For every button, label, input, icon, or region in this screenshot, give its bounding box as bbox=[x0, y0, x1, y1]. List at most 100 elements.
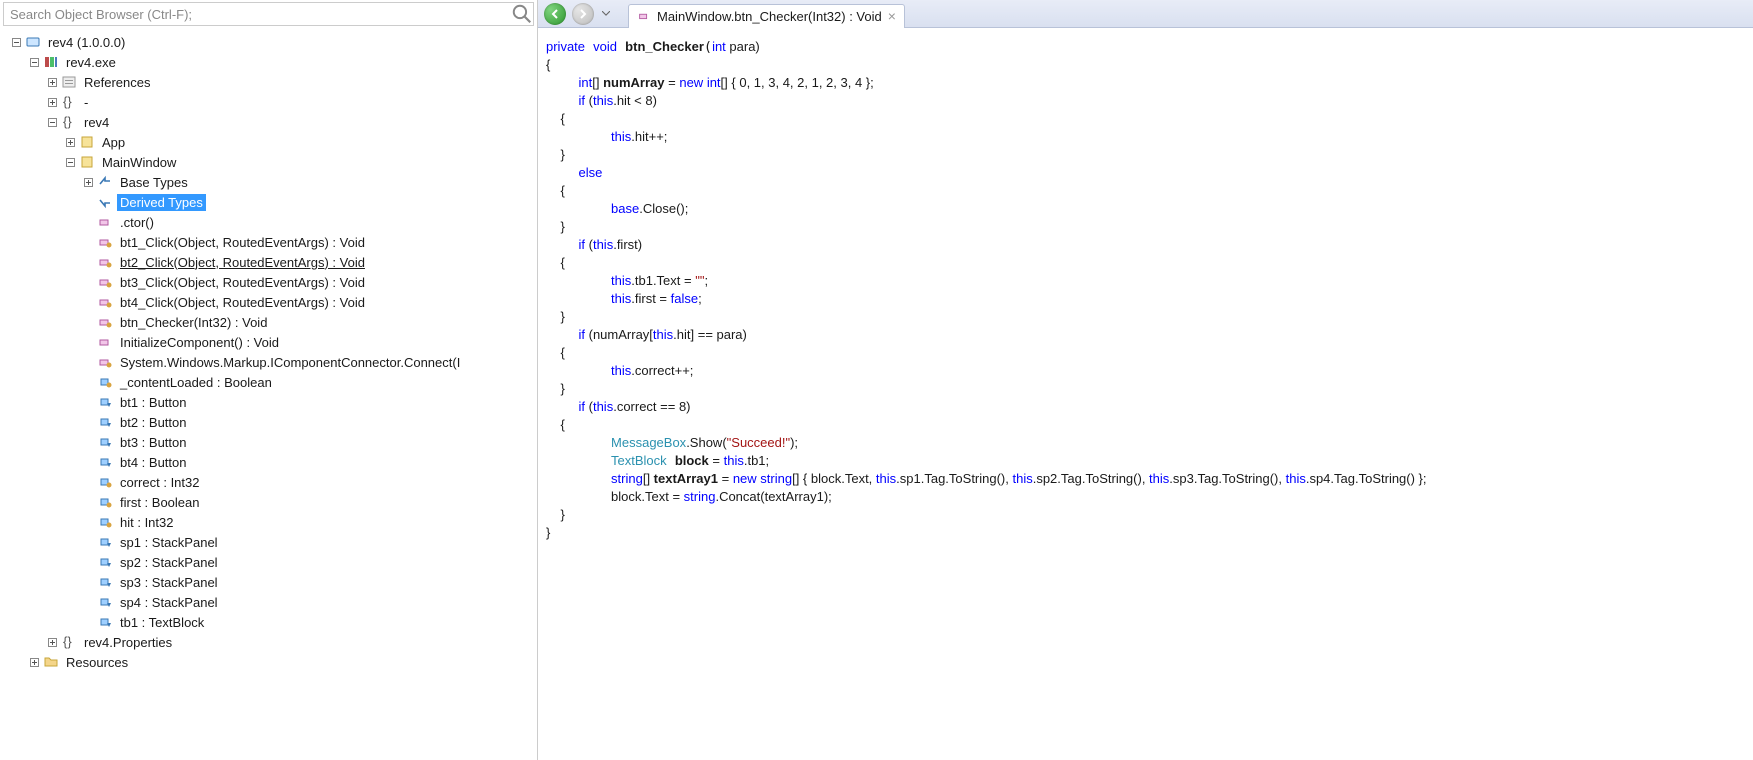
tree-node-derivedtypes[interactable]: Derived Types bbox=[4, 192, 537, 212]
method-private-icon bbox=[97, 354, 113, 370]
tree-label: bt4 : Button bbox=[117, 454, 190, 471]
expand-spacer bbox=[82, 196, 94, 208]
tree-label: Base Types bbox=[117, 174, 191, 191]
tree-label: sp2 : StackPanel bbox=[117, 554, 221, 571]
search-box[interactable] bbox=[3, 2, 534, 26]
expand-spacer bbox=[82, 296, 94, 308]
field-private-icon bbox=[97, 514, 113, 530]
svg-text:{}: {} bbox=[63, 634, 72, 649]
tree-label: bt3 : Button bbox=[117, 434, 190, 451]
tree-label: .ctor() bbox=[117, 214, 157, 231]
svg-text:{}: {} bbox=[63, 94, 72, 109]
method-icon bbox=[97, 334, 113, 350]
assembly-icon bbox=[25, 34, 41, 50]
tree-node-bt1click[interactable]: bt1_Click(Object, RoutedEventArgs) : Voi… bbox=[4, 232, 537, 252]
tree-label: bt3_Click(Object, RoutedEventArgs) : Voi… bbox=[117, 274, 368, 291]
expand-toggle[interactable] bbox=[28, 656, 40, 668]
method-private-icon bbox=[97, 314, 113, 330]
toolbar: MainWindow.btn_Checker(Int32) : Void × bbox=[538, 0, 1753, 28]
tree-label: InitializeComponent() : Void bbox=[117, 334, 282, 351]
tree-node-dash[interactable]: {} - bbox=[4, 92, 537, 112]
tree-node-bt1[interactable]: bt1 : Button bbox=[4, 392, 537, 412]
field-private-icon bbox=[97, 494, 113, 510]
tree-node-namespace[interactable]: {} rev4 bbox=[4, 112, 537, 132]
tree-label: Resources bbox=[63, 654, 131, 671]
code-panel: MainWindow.btn_Checker(Int32) : Void × p… bbox=[538, 0, 1753, 760]
tree-label: MainWindow bbox=[99, 154, 179, 171]
tree-node-contentloaded[interactable]: _contentLoaded : Boolean bbox=[4, 372, 537, 392]
tree-label: hit : Int32 bbox=[117, 514, 176, 531]
tree-node-btnchecker[interactable]: btn_Checker(Int32) : Void bbox=[4, 312, 537, 332]
tree-node-bt4[interactable]: bt4 : Button bbox=[4, 452, 537, 472]
tab-title: MainWindow.btn_Checker(Int32) : Void bbox=[657, 9, 882, 24]
tree-node-bt3click[interactable]: bt3_Click(Object, RoutedEventArgs) : Voi… bbox=[4, 272, 537, 292]
tree-label: sp1 : StackPanel bbox=[117, 534, 221, 551]
tree-node-resources[interactable]: Resources bbox=[4, 652, 537, 672]
folder-icon bbox=[43, 654, 59, 670]
tree-node-bt2click[interactable]: bt2_Click(Object, RoutedEventArgs) : Voi… bbox=[4, 252, 537, 272]
tree-node-first[interactable]: first : Boolean bbox=[4, 492, 537, 512]
field-internal-icon bbox=[97, 614, 113, 630]
expand-toggle[interactable] bbox=[46, 76, 58, 88]
method-private-icon bbox=[97, 274, 113, 290]
tree-label: btn_Checker(Int32) : Void bbox=[117, 314, 270, 331]
expand-toggle[interactable] bbox=[82, 176, 94, 188]
expand-toggle[interactable] bbox=[64, 136, 76, 148]
field-internal-icon bbox=[97, 534, 113, 550]
tree-label: App bbox=[99, 134, 128, 151]
tree-node-references[interactable]: References bbox=[4, 72, 537, 92]
tree-node-sp3[interactable]: sp3 : StackPanel bbox=[4, 572, 537, 592]
tree-node-sp4[interactable]: sp4 : StackPanel bbox=[4, 592, 537, 612]
namespace-icon: {} bbox=[61, 114, 77, 130]
class-icon bbox=[79, 154, 95, 170]
nav-forward-button[interactable] bbox=[572, 3, 594, 25]
tree-label: - bbox=[81, 94, 91, 111]
expand-toggle[interactable] bbox=[64, 156, 76, 168]
tree-label: sp3 : StackPanel bbox=[117, 574, 221, 591]
expand-spacer bbox=[82, 336, 94, 348]
references-icon bbox=[61, 74, 77, 90]
tree-node-bt4click[interactable]: bt4_Click(Object, RoutedEventArgs) : Voi… bbox=[4, 292, 537, 312]
field-private-icon bbox=[97, 374, 113, 390]
field-internal-icon bbox=[97, 594, 113, 610]
object-browser-panel: rev4 (1.0.0.0) rev4.exe References {} - … bbox=[0, 0, 538, 760]
nav-back-button[interactable] bbox=[544, 3, 566, 25]
tree-node-basetypes[interactable]: Base Types bbox=[4, 172, 537, 192]
tree-node-root[interactable]: rev4 (1.0.0.0) bbox=[4, 32, 537, 52]
tree-node-sp1[interactable]: sp1 : StackPanel bbox=[4, 532, 537, 552]
field-internal-icon bbox=[97, 434, 113, 450]
tree-label: rev4 bbox=[81, 114, 112, 131]
nav-history-dropdown[interactable] bbox=[600, 11, 612, 16]
svg-text:{}: {} bbox=[63, 114, 72, 129]
tree-label: rev4 (1.0.0.0) bbox=[45, 34, 128, 51]
tree-label: first : Boolean bbox=[117, 494, 203, 511]
tree-node-ctor[interactable]: .ctor() bbox=[4, 212, 537, 232]
tree-node-hit[interactable]: hit : Int32 bbox=[4, 512, 537, 532]
field-private-icon bbox=[97, 474, 113, 490]
expand-toggle[interactable] bbox=[46, 116, 58, 128]
editor-tab[interactable]: MainWindow.btn_Checker(Int32) : Void × bbox=[628, 4, 905, 28]
tree-node-exe[interactable]: rev4.exe bbox=[4, 52, 537, 72]
tree-node-bt3[interactable]: bt3 : Button bbox=[4, 432, 537, 452]
tab-close-button[interactable]: × bbox=[888, 9, 896, 23]
tree-node-correct[interactable]: correct : Int32 bbox=[4, 472, 537, 492]
code-editor[interactable]: private void btn_Checker(int para) { int… bbox=[538, 28, 1753, 760]
tree-node-sp2[interactable]: sp2 : StackPanel bbox=[4, 552, 537, 572]
expand-toggle[interactable] bbox=[46, 96, 58, 108]
class-icon bbox=[79, 134, 95, 150]
tree-node-tb1[interactable]: tb1 : TextBlock bbox=[4, 612, 537, 632]
search-input[interactable] bbox=[4, 4, 511, 25]
tree-node-connect[interactable]: System.Windows.Markup.IComponentConnecto… bbox=[4, 352, 537, 372]
tree-node-mainwindow[interactable]: MainWindow bbox=[4, 152, 537, 172]
expand-toggle[interactable] bbox=[46, 636, 58, 648]
expand-toggle[interactable] bbox=[10, 36, 22, 48]
tree-view[interactable]: rev4 (1.0.0.0) rev4.exe References {} - … bbox=[0, 30, 537, 760]
tree-node-app[interactable]: App bbox=[4, 132, 537, 152]
tree-node-properties[interactable]: {} rev4.Properties bbox=[4, 632, 537, 652]
search-icon[interactable] bbox=[511, 3, 533, 25]
field-internal-icon bbox=[97, 454, 113, 470]
tree-node-bt2[interactable]: bt2 : Button bbox=[4, 412, 537, 432]
expand-spacer bbox=[82, 256, 94, 268]
expand-toggle[interactable] bbox=[28, 56, 40, 68]
tree-node-initcomponent[interactable]: InitializeComponent() : Void bbox=[4, 332, 537, 352]
